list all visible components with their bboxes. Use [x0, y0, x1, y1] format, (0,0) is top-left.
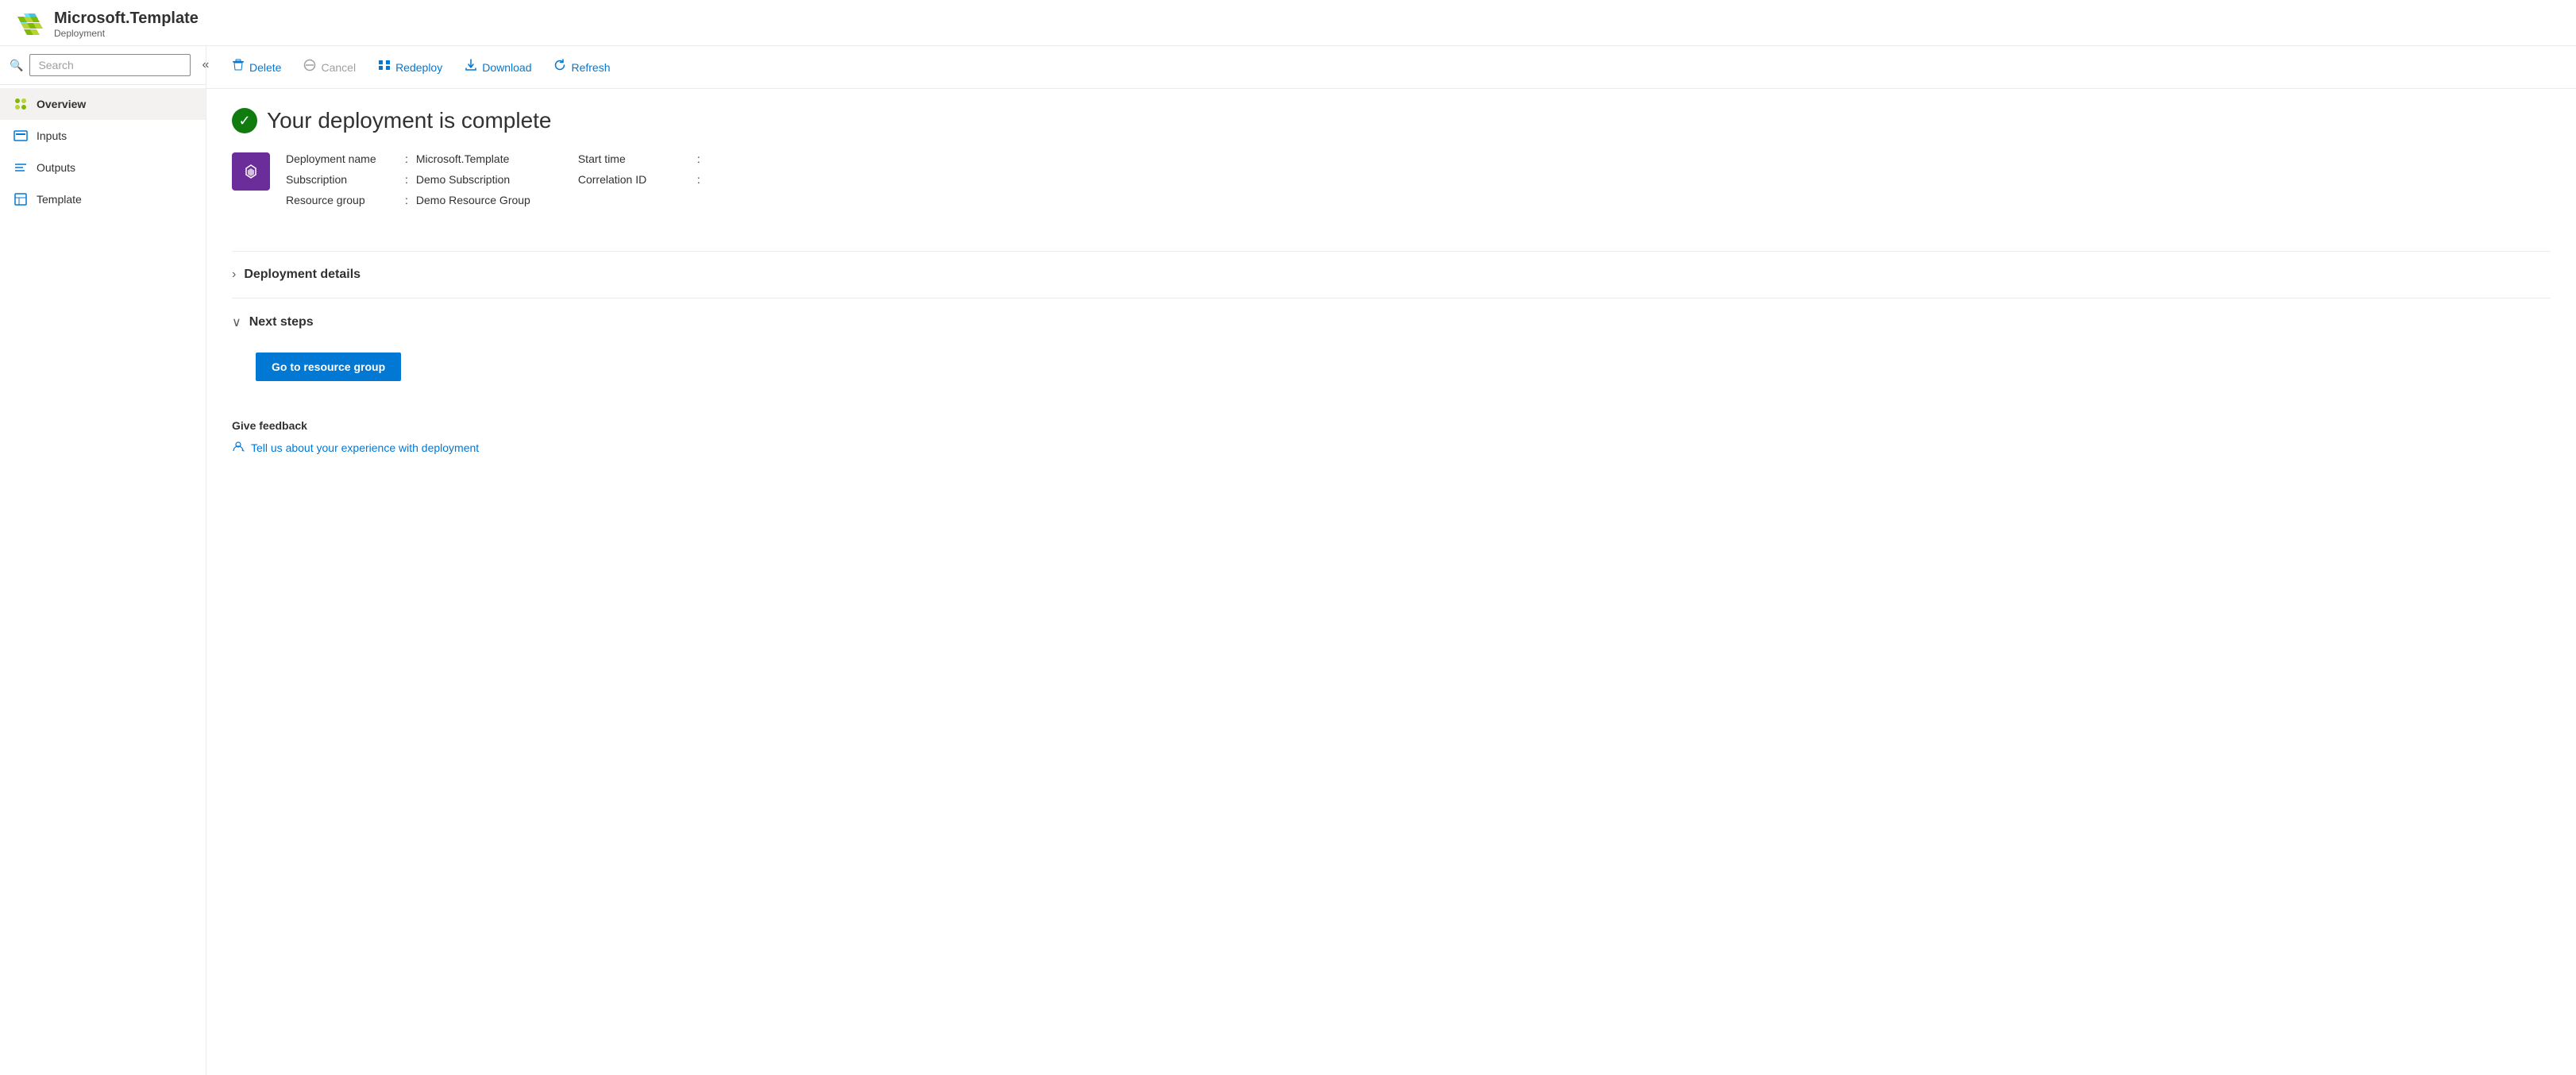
feedback-link[interactable]: Tell us about your experience with deplo…: [232, 440, 2551, 455]
deployment-info-section: Deployment name : Microsoft.Template Sub…: [232, 152, 2551, 232]
deployment-info: Deployment name : Microsoft.Template Sub…: [283, 152, 708, 206]
cancel-button[interactable]: Cancel: [294, 54, 365, 80]
redeploy-button[interactable]: Redeploy: [368, 54, 452, 80]
delete-icon: [232, 59, 245, 75]
expand-arrow-details: ›: [232, 268, 236, 282]
subscription-row: Subscription : Demo Subscription: [286, 173, 530, 186]
next-steps-content: Go to resource group: [232, 340, 2551, 394]
subscription-label: Subscription: [286, 173, 397, 186]
expand-arrow-next-steps: ∨: [232, 314, 241, 330]
page-content: ✓ Your deployment is complete: [206, 89, 2576, 1075]
download-icon: [465, 59, 477, 75]
go-to-resource-group-button[interactable]: Go to resource group: [256, 353, 401, 381]
feedback-link-text: Tell us about your experience with deplo…: [251, 441, 479, 454]
sidebar-item-overview[interactable]: Overview: [0, 88, 206, 120]
deployment-details-section[interactable]: › Deployment details: [232, 258, 2551, 291]
deployment-title: Your deployment is complete: [267, 108, 552, 133]
deployment-name-value: Microsoft.Template: [416, 152, 509, 165]
resource-group-value: Demo Resource Group: [416, 194, 530, 206]
resource-group-label: Resource group: [286, 194, 397, 206]
cancel-label: Cancel: [321, 61, 356, 74]
feedback-section: Give feedback Tell us about your experie…: [232, 419, 2551, 455]
download-button[interactable]: Download: [455, 54, 541, 80]
nav-menu: Overview Inputs: [0, 85, 206, 218]
refresh-label: Refresh: [571, 61, 610, 74]
content-area: Delete Cancel: [206, 46, 2576, 1075]
divider-1: [232, 251, 2551, 252]
sidebar-item-outputs[interactable]: Outputs: [0, 152, 206, 183]
inputs-icon: [13, 128, 29, 144]
template-icon: [13, 191, 29, 207]
divider-2: [232, 298, 2551, 299]
main-area: 🔍 « Overview: [0, 46, 2576, 1075]
refresh-icon: [553, 59, 566, 75]
search-bar: 🔍 «: [0, 46, 206, 85]
subscription-value: Demo Subscription: [416, 173, 510, 186]
deployment-name-label: Deployment name: [286, 152, 397, 165]
sidebar-item-template[interactable]: Template: [0, 183, 206, 215]
next-steps-label: Next steps: [249, 315, 314, 329]
deployment-details-label: Deployment details: [244, 268, 361, 282]
correlation-id-row: Correlation ID :: [578, 173, 708, 186]
info-column-right: Start time : Correlation ID :: [578, 152, 708, 206]
start-time-row: Start time :: [578, 152, 708, 165]
next-steps-section[interactable]: ∨ Next steps: [232, 305, 2551, 340]
overview-label: Overview: [37, 98, 86, 110]
sidebar: 🔍 « Overview: [0, 46, 206, 1075]
delete-label: Delete: [249, 61, 281, 74]
info-column-left: Deployment name : Microsoft.Template Sub…: [286, 152, 530, 206]
deployment-header: ✓ Your deployment is complete: [232, 108, 2551, 133]
search-input[interactable]: [29, 54, 191, 76]
header-title-main: Microsoft.Template: [54, 10, 199, 28]
feedback-icon: [232, 440, 245, 455]
download-label: Download: [482, 61, 531, 74]
feedback-title: Give feedback: [232, 419, 2551, 432]
start-time-label: Start time: [578, 152, 689, 165]
outputs-icon: [13, 160, 29, 175]
overview-icon: [13, 96, 29, 112]
correlation-id-label: Correlation ID: [578, 173, 689, 186]
template-label: Template: [37, 193, 82, 206]
resource-group-row: Resource group : Demo Resource Group: [286, 194, 530, 206]
deployment-icon-box: [232, 152, 270, 191]
outputs-label: Outputs: [37, 161, 75, 174]
refresh-button[interactable]: Refresh: [544, 54, 619, 80]
toolbar: Delete Cancel: [206, 46, 2576, 89]
app-logo: [16, 10, 44, 39]
deployment-name-row: Deployment name : Microsoft.Template: [286, 152, 530, 165]
inputs-label: Inputs: [37, 129, 67, 142]
delete-button[interactable]: Delete: [222, 54, 291, 80]
header-subtitle: Deployment: [54, 28, 199, 39]
app-container: Microsoft.Template Deployment 🔍 «: [0, 0, 2576, 1075]
redeploy-label: Redeploy: [395, 61, 442, 74]
success-icon: ✓: [232, 108, 257, 133]
redeploy-icon: [378, 59, 391, 75]
header-title: Microsoft.Template Deployment: [54, 10, 199, 39]
sidebar-item-inputs[interactable]: Inputs: [0, 120, 206, 152]
app-header: Microsoft.Template Deployment: [0, 0, 2576, 46]
cancel-icon: [303, 59, 316, 75]
search-icon: 🔍: [10, 59, 23, 72]
